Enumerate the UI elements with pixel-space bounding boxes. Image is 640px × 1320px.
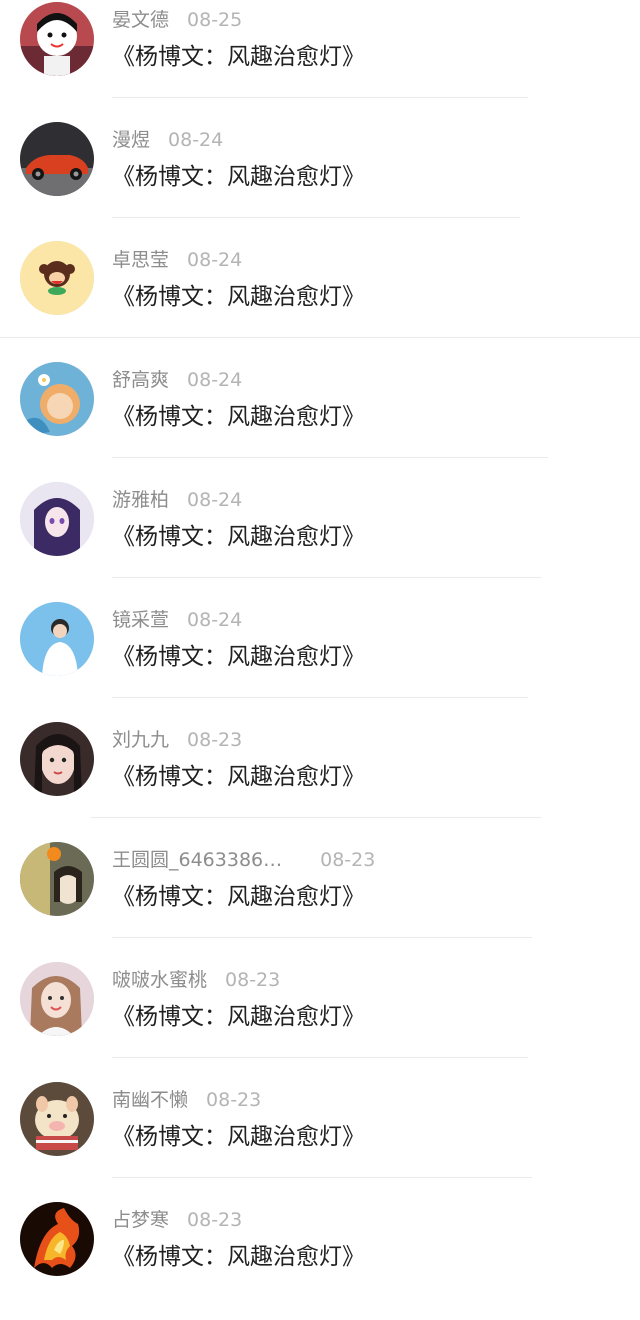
divider [112,1057,528,1058]
comment-date: 08-23 [187,1209,243,1231]
divider [112,937,532,938]
comment-title[interactable]: 《杨博文：风趣治愈灯》 [112,40,365,74]
user-name[interactable]: 漫煜 [112,129,150,151]
comment-title[interactable]: 《杨博文：风趣治愈灯》 [112,280,365,314]
divider [0,337,640,338]
avatar[interactable] [20,1202,94,1276]
comment-meta: 南幽不懒 08-23 [112,1086,261,1114]
comment-date: 08-24 [187,369,243,391]
divider [112,577,542,578]
divider [112,217,520,218]
comment-title[interactable]: 《杨博文：风趣治愈灯》 [112,520,365,554]
divider [112,97,528,98]
comment-title[interactable]: 《杨博文：风趣治愈灯》 [112,400,365,434]
comment-list: 晏文德 08-25 《杨博文：风趣治愈灯》 漫煜 08-24 《杨博文：风趣治愈灯》 [0,0,640,1276]
user-name[interactable]: 舒高爽 [112,369,169,391]
list-item[interactable]: 舒高爽 08-24 《杨博文：风趣治愈灯》 [0,360,640,480]
list-item[interactable]: 南幽不懒 08-23 《杨博文：风趣治愈灯》 [0,1080,640,1200]
comment-date: 08-24 [187,249,243,271]
comment-meta: 王圆圆_6463386… 08-23 [112,846,375,874]
comment-date: 08-25 [187,9,243,31]
comment-title[interactable]: 《杨博文：风趣治愈灯》 [112,1240,365,1274]
comment-date: 08-23 [225,969,281,991]
avatar[interactable] [20,362,94,436]
comment-meta: 晏文德 08-25 [112,6,242,34]
divider [112,697,528,698]
list-item[interactable]: 啵啵水蜜桃 08-23 《杨博文：风趣治愈灯》 [0,960,640,1080]
avatar[interactable] [20,842,94,916]
avatar[interactable] [20,482,94,556]
list-item[interactable]: 刘九九 08-23 《杨博文：风趣治愈灯》 [0,720,640,840]
divider [112,457,548,458]
comment-date: 08-24 [187,609,243,631]
comment-title[interactable]: 《杨博文：风趣治愈灯》 [112,640,365,674]
comment-meta: 游雅柏 08-24 [112,486,242,514]
comment-title[interactable]: 《杨博文：风趣治愈灯》 [112,880,365,914]
avatar[interactable] [20,122,94,196]
comment-title[interactable]: 《杨博文：风趣治愈灯》 [112,1120,365,1154]
divider [90,817,542,818]
list-item[interactable]: 游雅柏 08-24 《杨博文：风趣治愈灯》 [0,480,640,600]
comment-date: 08-23 [320,849,376,871]
comment-date: 08-24 [187,489,243,511]
avatar[interactable] [20,1082,94,1156]
avatar[interactable] [20,241,94,315]
user-name[interactable]: 晏文德 [112,9,169,31]
user-name[interactable]: 镜采萱 [112,609,169,631]
user-name[interactable]: 王圆圆_6463386… [112,849,282,871]
avatar[interactable] [20,722,94,796]
avatar[interactable] [20,2,94,76]
list-item[interactable]: 卓思莹 08-24 《杨博文：风趣治愈灯》 [0,240,640,360]
comment-meta: 舒高爽 08-24 [112,366,242,394]
user-name[interactable]: 南幽不懒 [112,1089,188,1111]
comment-meta: 啵啵水蜜桃 08-23 [112,966,280,994]
comment-meta: 漫煜 08-24 [112,126,223,154]
comment-date: 08-23 [206,1089,262,1111]
comment-title[interactable]: 《杨博文：风趣治愈灯》 [112,1000,365,1034]
comment-title[interactable]: 《杨博文：风趣治愈灯》 [112,160,365,194]
comment-date: 08-23 [187,729,243,751]
divider [112,1177,532,1178]
user-name[interactable]: 刘九九 [112,729,169,751]
list-item[interactable]: 王圆圆_6463386… 08-23 《杨博文：风趣治愈灯》 [0,840,640,960]
user-name[interactable]: 啵啵水蜜桃 [112,969,207,991]
comment-date: 08-24 [168,129,224,151]
list-item[interactable]: 占梦寒 08-23 《杨博文：风趣治愈灯》 [0,1200,640,1320]
avatar[interactable] [20,962,94,1036]
list-item[interactable]: 镜采萱 08-24 《杨博文：风趣治愈灯》 [0,600,640,720]
list-item[interactable]: 漫煜 08-24 《杨博文：风趣治愈灯》 [0,120,640,240]
user-name[interactable]: 占梦寒 [112,1209,169,1231]
avatar[interactable] [20,602,94,676]
comment-meta: 镜采萱 08-24 [112,606,242,634]
user-name[interactable]: 游雅柏 [112,489,169,511]
comment-meta: 刘九九 08-23 [112,726,242,754]
list-item[interactable]: 晏文德 08-25 《杨博文：风趣治愈灯》 [0,0,640,120]
comment-meta: 卓思莹 08-24 [112,246,242,274]
comment-title[interactable]: 《杨博文：风趣治愈灯》 [112,760,365,794]
user-name[interactable]: 卓思莹 [112,249,169,271]
comment-meta: 占梦寒 08-23 [112,1206,242,1234]
